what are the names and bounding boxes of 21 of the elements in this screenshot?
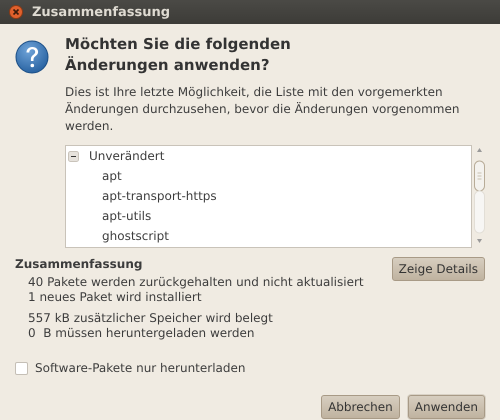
package-item[interactable]: ghostscript xyxy=(102,229,169,243)
package-item[interactable]: apt xyxy=(102,169,122,183)
summary-line: 1 neues Paket wird installiert xyxy=(28,290,203,305)
checkbox-label[interactable]: Software-Pakete nur herunterladen xyxy=(35,361,246,375)
package-item[interactable]: apt-utils xyxy=(102,209,152,223)
dialog-button[interactable]: Abbrechen xyxy=(321,395,400,419)
dialog-button[interactable]: Anwenden xyxy=(408,395,485,419)
details-button[interactable]: Zeige Details xyxy=(392,257,485,281)
close-icon[interactable] xyxy=(9,5,23,19)
dialog-description: Dies ist Ihre letzte Möglichkeit, die Liste mit den vorgemerkten Änderungen durchzusehen, bevor die Änderungen vorgenommen werden. xyxy=(65,84,460,135)
summary-line: 557 kB zusätzlicher Speicher wird belegt xyxy=(28,311,274,326)
dialog-heading: Möchten Sie die folgenden Änderungen anwenden? xyxy=(65,34,292,76)
package-item[interactable]: apt-transport-https xyxy=(102,189,217,203)
question-icon xyxy=(15,40,49,74)
window-title: Zusammenfassung xyxy=(32,4,170,20)
summary-line: 40 Pakete werden zurückgehalten und nicht aktualisiert xyxy=(28,275,364,290)
summary-line: 0 B müssen heruntergeladen werden xyxy=(28,326,256,341)
summary-title: Zusammenfassung xyxy=(15,257,144,271)
checkbox[interactable] xyxy=(15,362,28,374)
collapse-icon[interactable] xyxy=(68,150,79,162)
tree-group-label[interactable]: Unverändert xyxy=(89,149,164,163)
